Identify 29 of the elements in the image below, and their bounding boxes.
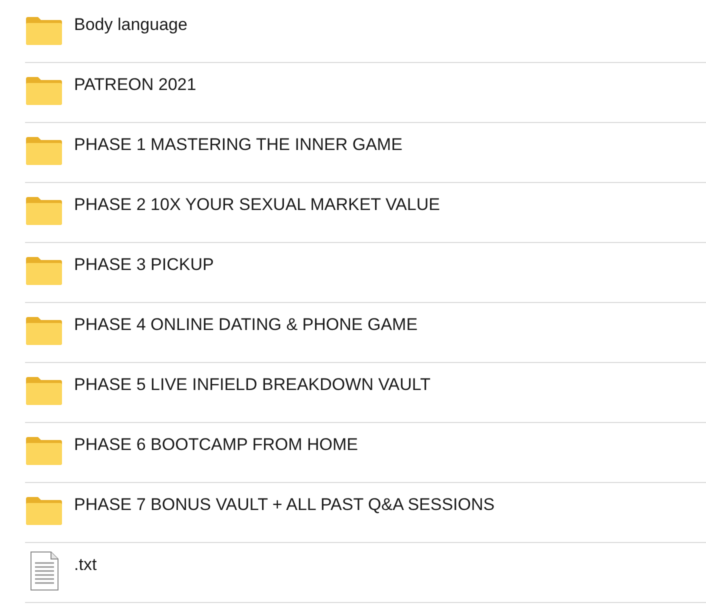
file-list-item[interactable]: PHASE 5 LIVE INFIELD BREAKDOWN VAULT bbox=[25, 363, 706, 423]
file-list-item[interactable]: PHASE 6 BOOTCAMP FROM HOME bbox=[25, 423, 706, 483]
item-name: PHASE 2 10X YOUR SEXUAL MARKET VALUE bbox=[74, 194, 440, 216]
folder-icon bbox=[25, 16, 63, 46]
folder-icon bbox=[25, 496, 63, 526]
item-name: Body language bbox=[74, 14, 188, 36]
file-list-item[interactable]: PHASE 4 ONLINE DATING & PHONE GAME bbox=[25, 303, 706, 363]
file-list-item[interactable]: Body language bbox=[25, 3, 706, 63]
item-name: PHASE 7 BONUS VAULT + ALL PAST Q&A SESSIONS bbox=[74, 494, 495, 516]
folder-icon bbox=[25, 136, 63, 166]
file-list-item[interactable]: PHASE 3 PICKUP bbox=[25, 243, 706, 303]
folder-icon bbox=[25, 256, 63, 286]
file-list-item[interactable]: PATREON 2021 bbox=[25, 63, 706, 123]
file-list-item[interactable]: PHASE 7 BONUS VAULT + ALL PAST Q&A SESSIONS bbox=[25, 483, 706, 543]
folder-icon bbox=[25, 76, 63, 106]
item-name: PHASE 1 MASTERING THE INNER GAME bbox=[74, 134, 402, 156]
file-list-item[interactable]: PHASE 1 MASTERING THE INNER GAME bbox=[25, 123, 706, 183]
item-name: PHASE 6 BOOTCAMP FROM HOME bbox=[74, 434, 358, 456]
folder-icon bbox=[25, 436, 63, 466]
item-name: PHASE 3 PICKUP bbox=[74, 254, 214, 276]
file-list-item[interactable]: PHASE 2 10X YOUR SEXUAL MARKET VALUE bbox=[25, 183, 706, 243]
folder-icon bbox=[25, 376, 63, 406]
item-name: PATREON 2021 bbox=[74, 74, 196, 96]
item-name: PHASE 4 ONLINE DATING & PHONE GAME bbox=[74, 314, 418, 336]
folder-icon bbox=[25, 316, 63, 346]
item-name: PHASE 5 LIVE INFIELD BREAKDOWN VAULT bbox=[74, 374, 430, 396]
folder-icon bbox=[25, 196, 63, 226]
item-name: .txt bbox=[74, 554, 97, 576]
file-list-item[interactable]: .txt bbox=[25, 543, 706, 603]
